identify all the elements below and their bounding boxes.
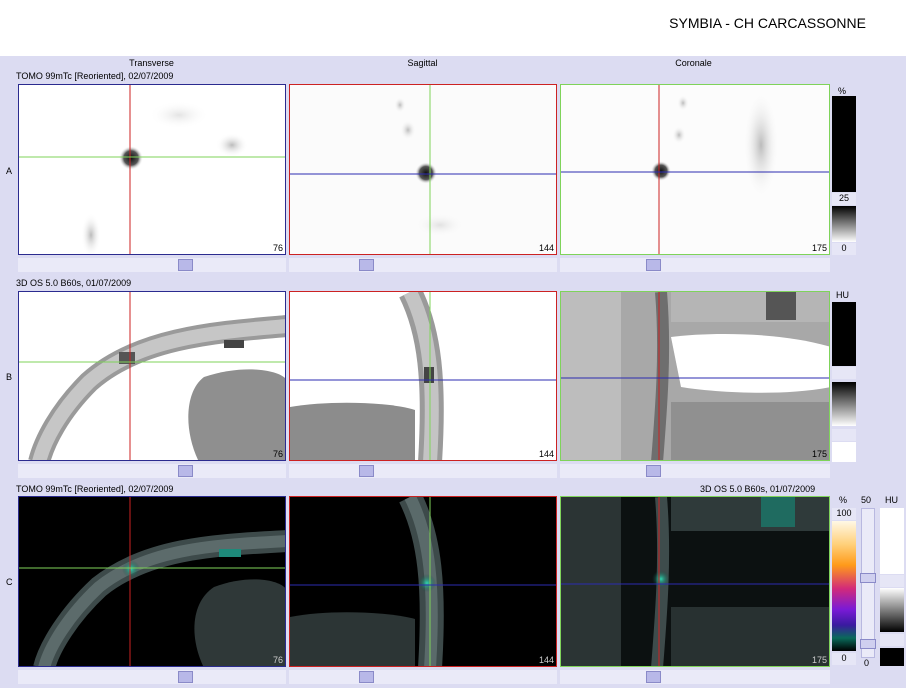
row-c-ct-black-level xyxy=(880,648,904,666)
row-c-sagittal-slider-thumb[interactable] xyxy=(359,671,374,683)
row-a-scale-window[interactable] xyxy=(832,96,856,192)
row-b-coronal-slice-number: 175 xyxy=(811,449,827,459)
row-b-sagittal-viewport[interactable]: 144 xyxy=(289,291,557,461)
row-c-coronal-slider-thumb[interactable] xyxy=(646,671,661,683)
column-header-transverse: Transverse xyxy=(129,58,174,68)
row-a-transverse-slider[interactable] xyxy=(18,258,286,272)
row-b-coronal-slider-thumb[interactable] xyxy=(646,465,661,477)
row-c-coronal-slice-number: 175 xyxy=(811,655,827,665)
row-c-coronal-viewport[interactable]: 175 xyxy=(560,496,830,667)
row-c-ct-lower-handle[interactable] xyxy=(880,634,904,646)
row-c-ct-white-level xyxy=(880,508,904,574)
row-c-transverse-viewport[interactable]: 76 xyxy=(18,496,286,667)
row-c-pet-colorbar xyxy=(832,521,856,651)
row-a-transverse-slider-thumb[interactable] xyxy=(178,259,193,271)
row-c-blend-value: 50 xyxy=(861,495,872,505)
row-c-coronal-slider[interactable] xyxy=(560,670,830,684)
row-a-scale-bottom-value: 0 xyxy=(832,243,856,255)
row-b-sagittal-slider-thumb[interactable] xyxy=(359,465,374,477)
row-a-sagittal-viewport[interactable]: 144 xyxy=(289,84,557,255)
row-a-transverse-image xyxy=(19,85,285,254)
row-c-scale-top-value: 100 xyxy=(832,508,856,520)
row-c-blend-slider-lower-thumb[interactable] xyxy=(860,639,876,649)
row-b-sagittal-slice-number: 144 xyxy=(538,449,554,459)
row-a-sagittal-slider-thumb[interactable] xyxy=(359,259,374,271)
row-b-label: B xyxy=(6,372,13,382)
row-b-transverse-slider-thumb[interactable] xyxy=(178,465,193,477)
row-b-transverse-slider[interactable] xyxy=(18,464,286,478)
row-c-ct-upper-handle[interactable] xyxy=(880,575,904,587)
row-c-ct-scale-unit: HU xyxy=(885,495,898,505)
row-c-scale-unit: % xyxy=(839,495,848,505)
row-b-series-label: 3D OS 5.0 B60s, 01/07/2009 xyxy=(16,278,132,288)
row-a-sagittal-slider[interactable] xyxy=(289,258,557,272)
row-a-coronal-slider-thumb[interactable] xyxy=(646,259,661,271)
row-c-scale-bottom-value: 0 xyxy=(832,653,856,665)
site-title: SYMBIA - CH CARCASSONNE xyxy=(669,15,866,31)
row-a-label: A xyxy=(6,166,13,176)
row-c-blend-bottom-value: 0 xyxy=(864,658,870,668)
row-a-series-label: TOMO 99mTc [Reoriented], 02/07/2009 xyxy=(16,71,174,81)
row-b-scale-white-level xyxy=(832,442,856,462)
row-b-gray-colorbar xyxy=(832,382,856,426)
column-header-coronal: Coronale xyxy=(675,58,712,68)
row-b-sagittal-image xyxy=(290,292,556,460)
row-c-label: C xyxy=(6,577,13,587)
row-c-sagittal-slice-number: 144 xyxy=(538,655,554,665)
row-c-blend-slider-upper-thumb[interactable] xyxy=(860,573,876,583)
row-b-scale-unit: HU xyxy=(836,290,849,300)
row-a-coronal-viewport[interactable]: 175 xyxy=(560,84,830,255)
row-c-transverse-slider-thumb[interactable] xyxy=(178,671,193,683)
row-b-scale-upper-handle[interactable] xyxy=(832,367,856,379)
row-a-scale-top-value: 25 xyxy=(832,193,856,205)
row-c-transverse-slice-number: 76 xyxy=(272,655,283,665)
row-c-ct-gray-colorbar xyxy=(880,588,904,632)
row-c-series-label: TOMO 99mTc [Reoriented], 02/07/2009 xyxy=(16,484,174,494)
row-a-transverse-viewport[interactable]: 76 xyxy=(18,84,286,255)
row-c-blend-slider[interactable] xyxy=(860,508,876,658)
row-b-scale-lower-handle[interactable] xyxy=(832,429,856,441)
row-c-sagittal-viewport[interactable]: 144 xyxy=(289,496,557,667)
row-c-sagittal-slider[interactable] xyxy=(289,670,557,684)
row-a-coronal-slice-number: 175 xyxy=(811,243,827,253)
column-header-sagittal: Sagittal xyxy=(407,58,438,68)
row-a-gray-colorbar xyxy=(832,206,856,242)
row-b-coronal-slider[interactable] xyxy=(560,464,830,478)
row-a-coronal-slider[interactable] xyxy=(560,258,830,272)
row-a-sagittal-image xyxy=(290,85,556,254)
row-b-transverse-image xyxy=(19,292,285,460)
row-c-transverse-image xyxy=(19,497,285,666)
row-a-scale-unit: % xyxy=(838,86,847,96)
row-a-sagittal-slice-number: 144 xyxy=(538,243,554,253)
row-c-coronal-image xyxy=(561,497,829,666)
row-b-sagittal-slider[interactable] xyxy=(289,464,557,478)
row-b-coronal-viewport[interactable]: 175 xyxy=(560,291,830,461)
row-b-scale-window[interactable] xyxy=(832,302,856,366)
row-b-transverse-slice-number: 76 xyxy=(272,449,283,459)
row-c-sagittal-image xyxy=(290,497,556,666)
row-c-transverse-slider[interactable] xyxy=(18,670,286,684)
row-b-transverse-viewport[interactable]: 76 xyxy=(18,291,286,461)
row-b-coronal-image xyxy=(561,292,829,460)
row-a-coronal-image xyxy=(561,85,829,254)
row-c-ct-series-label: 3D OS 5.0 B60s, 01/07/2009 xyxy=(700,484,816,494)
row-a-transverse-slice-number: 76 xyxy=(272,243,283,253)
